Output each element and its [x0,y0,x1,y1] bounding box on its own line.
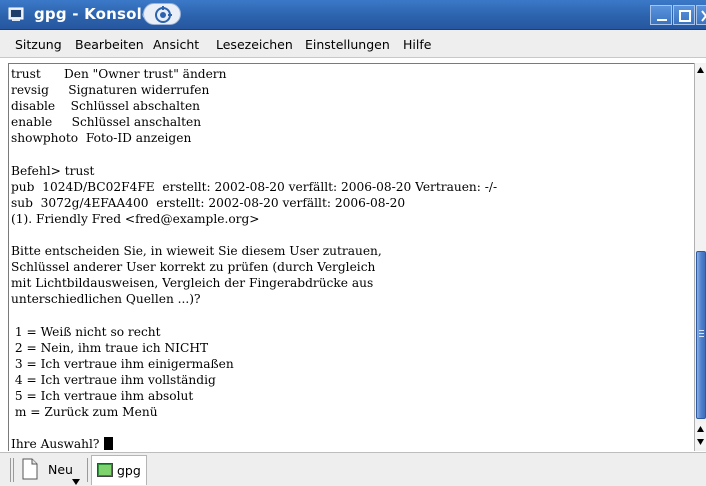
menu-sitzung[interactable]: Sitzung [15,37,62,52]
kde-gear-icon [143,3,181,25]
terminal-line-text: enable Schlüssel anschalten [11,115,202,130]
tab-separator [10,458,11,482]
terminal-line: 5 = Ich vertraue ihm absolut [11,388,193,404]
terminal-line-text: showphoto Foto-ID anzeigen [11,131,192,146]
tab-gpg-session[interactable]: gpg [91,455,147,485]
close-icon [701,10,706,22]
new-session-button[interactable]: Neu [18,455,85,485]
menu-einstellungen[interactable]: Einstellungen [305,37,390,52]
dropdown-arrow-icon [72,473,80,486]
minimize-icon [657,19,667,21]
scrollbar[interactable] [694,63,706,451]
terminal-line: Befehl> trust [11,163,94,179]
terminal-line-text: trust Den "Owner trust" ändern [11,67,227,81]
terminal-line-text: Ihre Auswahl? [11,437,104,451]
scroll-up-arrow-lower[interactable] [695,423,706,435]
scrollbar-thumb[interactable] [696,251,706,419]
arrow-up-icon [697,426,704,432]
menu-ansicht[interactable]: Ansicht [153,37,199,52]
arrow-up-icon [697,67,704,73]
terminal-line: pub 1024D/BC02F4FE erstellt: 2002-08-20 … [11,179,497,195]
terminal-line-text: m = Zurück zum Menü [11,405,158,420]
terminal-line-text: 5 = Ich vertraue ihm absolut [11,389,194,403]
konsole-icon[interactable] [8,6,24,22]
terminal-line: (1). Friendly Fred <fred@example.org> [11,211,260,227]
terminal-line-text: Schlüssel anderer User korrekt zu prüfen… [11,260,376,275]
maximize-icon [679,10,691,22]
terminal-line: disable Schlüssel abschalten [11,98,200,114]
terminal-line: m = Zurück zum Menü [11,404,158,420]
terminal-line-text: 2 = Nein, ihm traue ich NICHT [11,340,209,355]
terminal-line-text: pub 1024D/BC02F4FE erstellt: 2002-08-20 … [11,179,498,194]
scroll-up-arrow[interactable] [695,64,706,76]
terminal-line: Schlüssel anderer User korrekt zu prüfen… [11,259,375,275]
terminal-line-text: sub 3072g/4EFAA400 erstellt: 2002-08-20 … [11,195,406,210]
minimize-button[interactable] [650,5,672,25]
terminal-line: 2 = Nein, ihm traue ich NICHT [11,340,208,356]
window-title: gpg - Konsole [34,5,153,23]
terminal-line-text: (1). Friendly Fred <fred@example.org> [11,211,260,226]
text-cursor [104,437,114,451]
terminal-line-text: 4 = Ich vertraue ihm vollständig [11,372,216,387]
terminal-line: 4 = Ich vertraue ihm vollständig [11,372,216,388]
maximize-button[interactable] [673,5,695,25]
menu-bearbeiten[interactable]: Bearbeiten [75,37,144,52]
menu-hilfe[interactable]: Hilfe [403,37,431,52]
terminal-line-text: revsig Signaturen widerrufen [11,83,210,98]
terminal-line: Bitte entscheiden Sie, in wieweit Sie di… [11,243,382,259]
terminal-line: showphoto Foto-ID anzeigen [11,130,191,146]
terminal-line: enable Schlüssel anschalten [11,114,201,130]
close-button[interactable] [696,5,706,25]
terminal-line: Ihre Auswahl? [11,436,114,451]
terminal-line-text: Bitte entscheiden Sie, in wieweit Sie di… [11,244,382,259]
terminal-line-text: 1 = Weiß nicht so recht [11,324,161,339]
terminal-icon [97,463,113,480]
terminal-line: 1 = Weiß nicht so recht [11,324,161,340]
scroll-down-arrow[interactable] [695,436,706,448]
terminal-line-text: 3 = Ich vertraue ihm einigermaßen [11,356,234,371]
tab-gpg-label: gpg [117,463,141,478]
terminal-line: revsig Signaturen widerrufen [11,82,209,98]
arrow-down-icon [697,439,704,445]
terminal-line-text: unterschiedlichen Quellen ...)? [11,292,201,307]
terminal-line: sub 3072g/4EFAA400 erstellt: 2002-08-20 … [11,195,405,211]
terminal-line: trust Den "Owner trust" ändern [11,66,226,82]
terminal-line: 3 = Ich vertraue ihm einigermaßen [11,356,234,372]
session-tab-bar: Neu gpg [0,452,706,486]
terminal-line: mit Lichtbildausweisen, Vergleich der Fi… [11,275,373,291]
menu-lesezeichen[interactable]: Lesezeichen [216,37,293,52]
menu-bar: Sitzung Bearbeiten Ansicht Lesezeichen E… [0,30,706,58]
terminal-line-text: Befehl> trust [11,163,95,178]
terminal-line-text: disable Schlüssel abschalten [11,99,201,114]
terminal-line: unterschiedlichen Quellen ...)? [11,291,201,307]
terminal-line-text: mit Lichtbildausweisen, Vergleich der Fi… [11,276,374,291]
tab-separator [13,458,14,482]
new-document-icon [22,458,38,483]
new-session-label: Neu [48,462,73,477]
terminal-output[interactable]: trust Den "Owner trust" ändern revsig Sig… [8,63,694,451]
title-bar[interactable]: gpg - Konsole [0,0,706,30]
tab-separator [87,458,88,482]
